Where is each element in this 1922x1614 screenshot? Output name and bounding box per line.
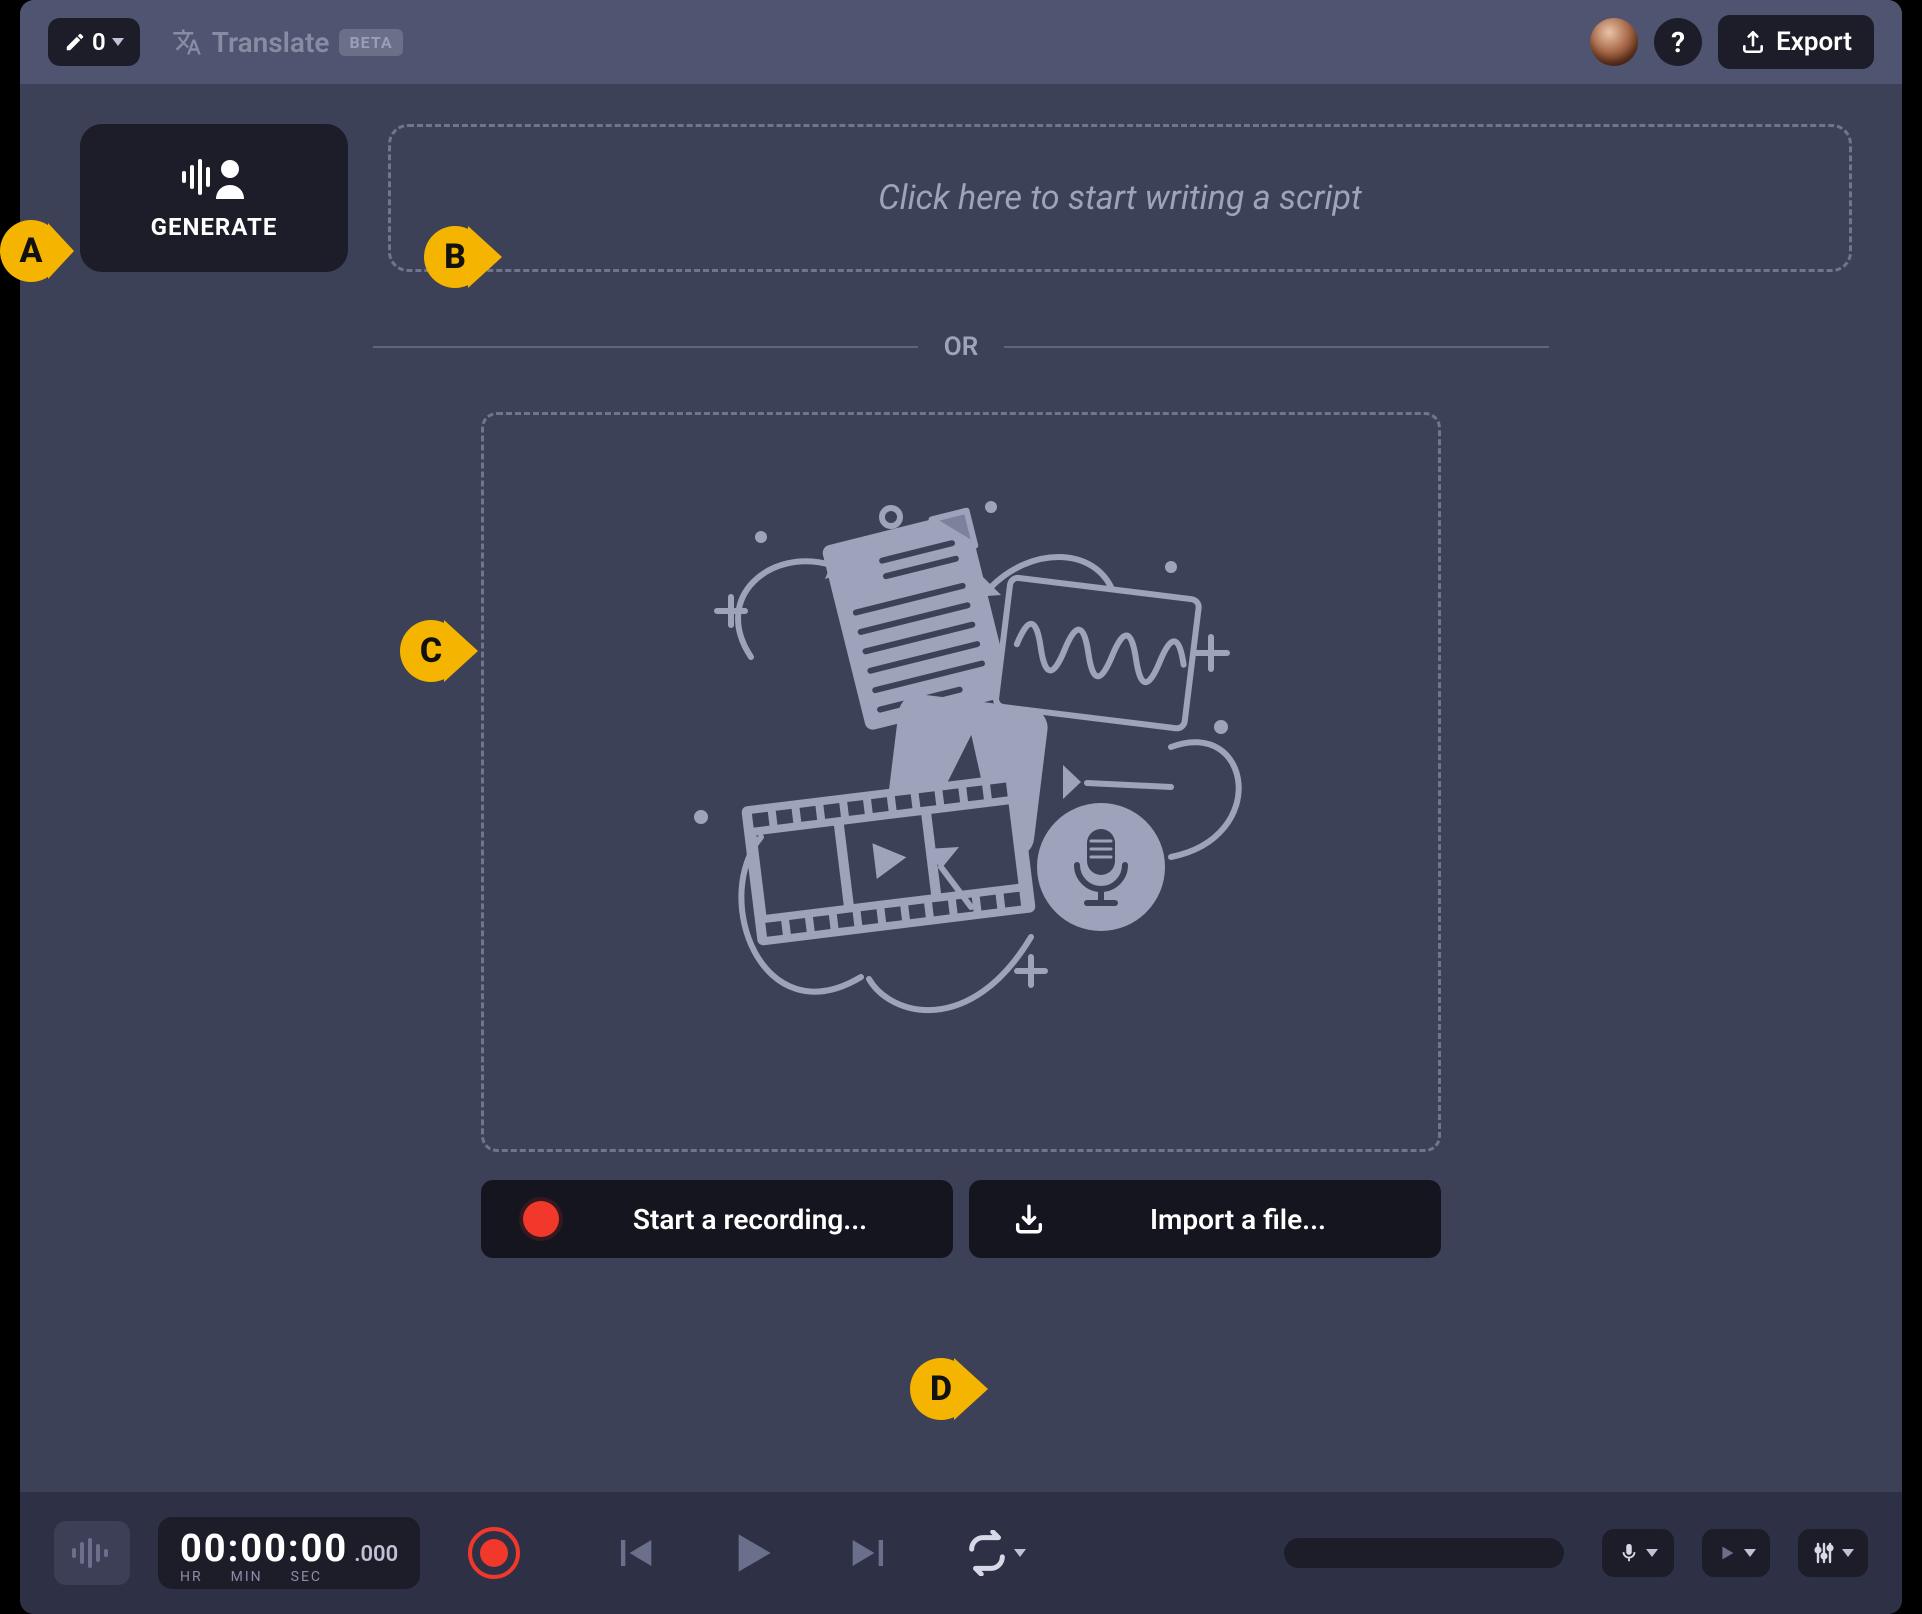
script-placeholder-text: Click here to start writing a script [878,178,1362,218]
playhead-dropdown[interactable] [1702,1529,1770,1577]
dropzone-illustration-icon: A [611,477,1311,1087]
timecode-ms: .000 [354,1542,398,1567]
pencil-count: 0 [92,28,106,56]
annotation-marker-a: A [0,220,74,282]
generate-person-waveform-icon [180,155,248,199]
annotation-a-label: A [0,220,62,282]
mic-icon [1618,1542,1640,1564]
script-row: GENERATE Click here to start writing a s… [80,124,1852,272]
loop-button[interactable] [964,1530,1026,1576]
record-button[interactable] [468,1527,520,1579]
export-label: Export [1776,27,1852,57]
record-icon [523,1201,559,1237]
main-canvas: GENERATE Click here to start writing a s… [20,84,1902,1492]
annotation-marker-d: D [910,1358,988,1420]
import-icon [1012,1202,1046,1236]
export-button[interactable]: Export [1718,15,1874,69]
chevron-down-icon [1646,1549,1658,1557]
annotation-marker-b: B [424,226,502,288]
mic-dropdown[interactable] [1602,1529,1674,1577]
record-dot-icon [480,1539,508,1567]
pencil-dropdown[interactable]: 0 [48,18,140,66]
pencil-icon [64,31,86,53]
skip-forward-button[interactable] [844,1527,896,1579]
chevron-down-icon [1842,1549,1854,1557]
transport-controls [608,1521,896,1585]
annotation-c-label: C [400,620,462,682]
chevron-down-icon [112,38,124,46]
mixer-dropdown[interactable] [1798,1529,1868,1577]
chevron-down-icon [1014,1549,1026,1557]
translate-label: Translate [212,26,330,59]
annotation-marker-c: C [400,620,478,682]
translate-button[interactable]: Translate BETA [156,18,419,67]
chevron-down-icon [1744,1549,1756,1557]
timecode-min-label: MIN [231,1569,263,1585]
help-button[interactable]: ? [1654,18,1702,66]
timecode-sec-label: SEC [291,1569,322,1585]
play-button[interactable] [720,1521,784,1585]
annotation-d-label: D [910,1358,972,1420]
import-file-label: Import a file... [1075,1203,1401,1236]
divider-line [1004,346,1549,348]
annotation-b-label: B [424,226,486,288]
waveform-chip[interactable] [54,1521,130,1585]
play-small-icon [1716,1542,1738,1564]
start-recording-label: Start a recording... [587,1203,913,1236]
help-label: ? [1671,26,1685,59]
divider-line [373,346,918,348]
translate-icon [172,27,202,57]
loop-icon [964,1530,1010,1576]
import-file-button[interactable]: Import a file... [969,1180,1441,1258]
transport-bar: 00:00:00 .000 HR MIN SEC [20,1492,1902,1614]
dropzone-actions: Start a recording... Import a file... [481,1180,1441,1258]
beta-badge: BETA [339,29,402,56]
or-divider: OR [373,332,1549,362]
waveform-icon [70,1538,114,1568]
script-input-placeholder[interactable]: Click here to start writing a script [388,124,1852,272]
skip-back-button[interactable] [608,1527,660,1579]
timecode-hr-label: HR [180,1569,203,1585]
avatar[interactable] [1590,18,1638,66]
volume-track[interactable] [1284,1538,1564,1568]
start-recording-button[interactable]: Start a recording... [481,1180,953,1258]
sliders-icon [1812,1541,1836,1565]
generate-button[interactable]: GENERATE [80,124,348,272]
generate-label: GENERATE [151,213,278,241]
timecode-value: 00:00:00 [180,1527,348,1571]
file-dropzone[interactable]: A [481,412,1441,1152]
top-bar: 0 Translate BETA ? Export [20,0,1902,84]
export-icon [1740,29,1766,55]
timecode-display[interactable]: 00:00:00 .000 HR MIN SEC [158,1517,420,1589]
or-label: OR [944,332,978,362]
